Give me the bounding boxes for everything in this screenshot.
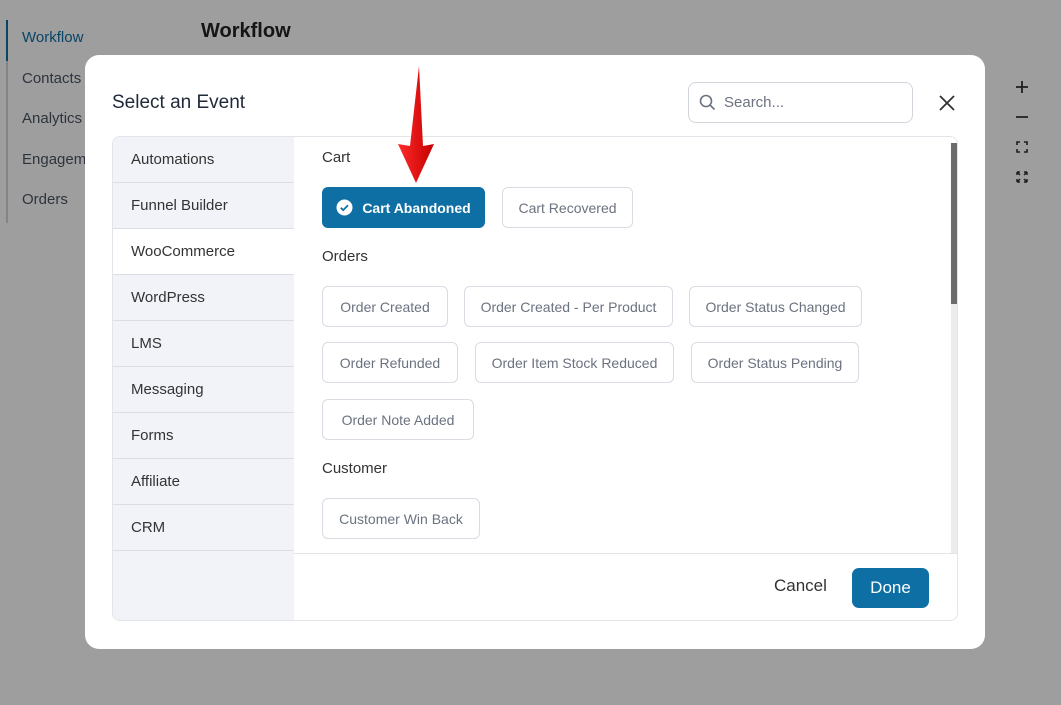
event-label: Order Created - Per Product [480, 298, 657, 315]
event-panel: Automations Funnel Builder WooCommerce W… [112, 136, 958, 621]
category-messaging[interactable]: Messaging [113, 367, 294, 413]
event-order-created[interactable]: Order Created [322, 286, 448, 327]
check-circle-icon [336, 199, 353, 216]
category-lms[interactable]: LMS [113, 321, 294, 367]
event-order-refunded[interactable]: Order Refunded [322, 342, 458, 383]
event-label: Order Status Changed [705, 298, 846, 315]
event-cart-abandoned[interactable]: Cart Abandoned [322, 187, 485, 228]
event-order-created-per-product[interactable]: Order Created - Per Product [464, 286, 673, 327]
search-box[interactable] [688, 82, 913, 123]
group-label-orders: Orders [322, 248, 368, 265]
modal-title: Select an Event [112, 92, 246, 113]
event-label: Order Note Added [341, 411, 455, 428]
cancel-button[interactable]: Cancel [774, 576, 827, 596]
event-label: Order Status Pending [707, 354, 843, 371]
event-label: Order Created [340, 298, 430, 315]
close-button[interactable] [935, 91, 959, 115]
select-event-modal: Select an Event Automations Funnel Build… [85, 55, 985, 649]
category-woocommerce[interactable]: WooCommerce [113, 229, 294, 275]
event-label: Cart Recovered [518, 199, 617, 216]
category-crm[interactable]: CRM [113, 505, 294, 551]
search-input[interactable] [724, 94, 894, 111]
event-cart-recovered[interactable]: Cart Recovered [502, 187, 633, 228]
event-order-note-added[interactable]: Order Note Added [322, 399, 474, 440]
category-wordpress[interactable]: WordPress [113, 275, 294, 321]
event-label: Customer Win Back [339, 510, 463, 527]
event-order-status-pending[interactable]: Order Status Pending [691, 342, 859, 383]
category-forms[interactable]: Forms [113, 413, 294, 459]
event-label: Order Refunded [339, 354, 441, 371]
category-funnel-builder[interactable]: Funnel Builder [113, 183, 294, 229]
group-label-cart: Cart [322, 149, 351, 166]
event-label: Order Item Stock Reduced [491, 354, 658, 371]
event-order-item-stock-reduced[interactable]: Order Item Stock Reduced [475, 342, 674, 383]
event-label: Cart Abandoned [362, 199, 471, 216]
scrollbar-track[interactable] [951, 304, 957, 553]
modal-footer: Cancel Done [294, 553, 957, 620]
category-sidebar: Automations Funnel Builder WooCommerce W… [113, 137, 294, 620]
event-order-status-changed[interactable]: Order Status Changed [689, 286, 862, 327]
category-automations[interactable]: Automations [113, 137, 294, 183]
done-button[interactable]: Done [852, 568, 929, 608]
close-icon [939, 95, 955, 111]
event-list: Cart Cart Abandoned Cart Recovered Order… [294, 137, 957, 553]
group-label-customer: Customer [322, 460, 388, 477]
search-icon [699, 94, 716, 111]
annotation-arrow-icon [398, 66, 434, 183]
event-customer-win-back[interactable]: Customer Win Back [322, 498, 480, 539]
category-affiliate[interactable]: Affiliate [113, 459, 294, 505]
scrollbar-thumb[interactable] [951, 143, 957, 304]
